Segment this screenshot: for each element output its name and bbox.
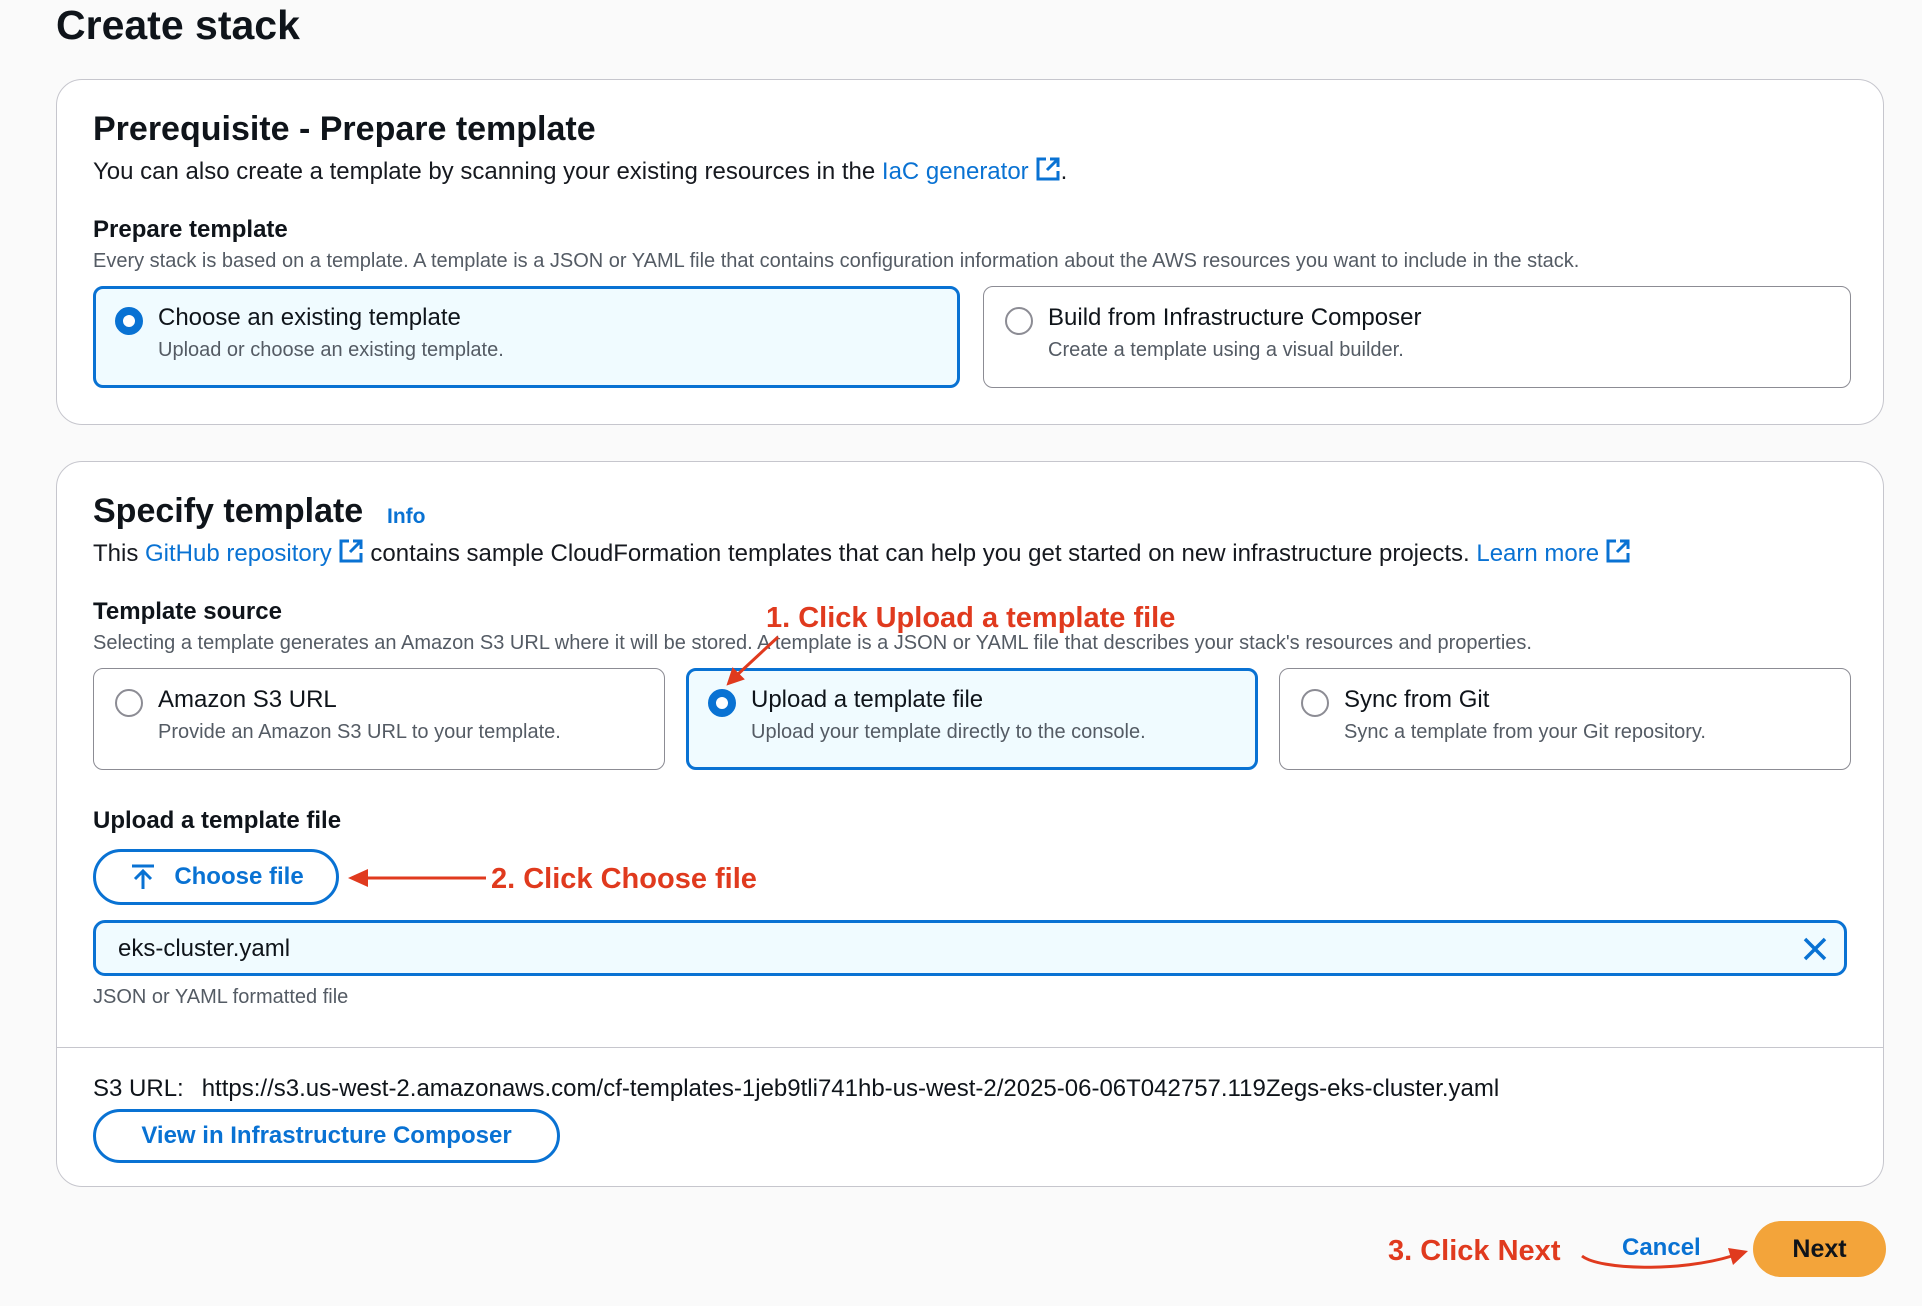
option-title: Build from Infrastructure Composer bbox=[1048, 304, 1422, 331]
prerequisite-description-suffix: . bbox=[1060, 158, 1068, 185]
page-title: Create stack bbox=[56, 2, 300, 48]
radio-unselected-icon[interactable] bbox=[115, 689, 143, 717]
radio-unselected-icon[interactable] bbox=[1005, 307, 1033, 335]
option-title: Upload a template file bbox=[751, 686, 984, 713]
option-subtitle: Upload your template directly to the con… bbox=[751, 721, 1146, 743]
option-subtitle: Sync a template from your Git repository… bbox=[1344, 721, 1706, 743]
external-link-icon bbox=[1606, 539, 1630, 563]
iac-generator-link[interactable]: IaC generator bbox=[881, 157, 1061, 185]
github-repository-link[interactable]: GitHub repository bbox=[145, 539, 364, 567]
option-title: Sync from Git bbox=[1344, 686, 1490, 713]
template-source-label: Template source bbox=[93, 598, 282, 625]
prerequisite-heading: Prerequisite - Prepare template bbox=[93, 110, 596, 148]
radio-selected-icon[interactable] bbox=[708, 689, 736, 717]
choose-file-button[interactable]: Choose file bbox=[93, 849, 339, 905]
prepare-template-label: Prepare template bbox=[93, 216, 288, 243]
file-format-hint: JSON or YAML formatted file bbox=[93, 986, 349, 1008]
prerequisite-description: You can also create a template by scanni… bbox=[93, 156, 1067, 188]
external-link-icon bbox=[1036, 157, 1060, 181]
option-sync-from-git[interactable]: Sync from Git Sync a template from your … bbox=[1279, 668, 1851, 770]
upload-template-file-label: Upload a template file bbox=[93, 807, 342, 834]
specify-template-panel: Specify template Info This GitHub reposi… bbox=[56, 461, 1884, 1187]
divider bbox=[57, 1047, 1883, 1048]
prerequisite-panel: Prerequisite - Prepare template You can … bbox=[56, 79, 1884, 425]
annotation-step-2: 2. Click Choose file bbox=[491, 863, 757, 895]
learn-more-link[interactable]: Learn more bbox=[1476, 539, 1631, 567]
annotation-step-1: 1. Click Upload a template file bbox=[766, 602, 1176, 634]
option-choose-existing-template[interactable]: Choose an existing template Upload or ch… bbox=[93, 286, 960, 388]
option-upload-template-file[interactable]: Upload a template file Upload your templ… bbox=[686, 668, 1258, 770]
next-button[interactable]: Next bbox=[1753, 1221, 1886, 1277]
cancel-button[interactable]: Cancel bbox=[1622, 1233, 1701, 1263]
annotation-step-3: 3. Click Next bbox=[1388, 1235, 1561, 1267]
learn-more-link-label: Learn more bbox=[1476, 540, 1600, 567]
option-amazon-s3-url[interactable]: Amazon S3 URL Provide an Amazon S3 URL t… bbox=[93, 668, 665, 770]
choose-file-label: Choose file bbox=[174, 863, 304, 890]
option-subtitle: Provide an Amazon S3 URL to your templat… bbox=[158, 721, 561, 743]
specify-description-prefix: This bbox=[93, 540, 146, 567]
option-subtitle: Create a template using a visual builder… bbox=[1048, 339, 1404, 361]
next-label: Next bbox=[1792, 1234, 1847, 1263]
s3-url-row: S3 URL: https://s3.us-west-2.amazonaws.co… bbox=[93, 1074, 1499, 1104]
iac-generator-link-label: IaC generator bbox=[881, 158, 1029, 185]
s3-url-label: S3 URL: bbox=[93, 1075, 184, 1102]
clear-icon[interactable] bbox=[1800, 934, 1830, 964]
external-link-icon bbox=[339, 539, 363, 563]
specify-template-description: This GitHub repository contains sample C… bbox=[93, 538, 1631, 570]
radio-selected-icon[interactable] bbox=[115, 307, 143, 335]
specify-description-middle: contains sample CloudFormation templates… bbox=[363, 540, 1477, 567]
view-in-composer-label: View in Infrastructure Composer bbox=[141, 1122, 512, 1149]
s3-url-value: https://s3.us-west-2.amazonaws.com/cf-te… bbox=[201, 1075, 1500, 1102]
specify-template-heading: Specify template bbox=[93, 492, 364, 530]
upload-icon bbox=[132, 864, 155, 889]
view-in-composer-button[interactable]: View in Infrastructure Composer bbox=[93, 1109, 560, 1163]
create-stack-page: Create stack Prerequisite - Prepare temp… bbox=[0, 0, 1922, 1306]
github-repository-link-label: GitHub repository bbox=[145, 540, 332, 567]
uploaded-file-name: eks-cluster.yaml bbox=[118, 935, 291, 962]
info-link[interactable]: Info bbox=[387, 502, 425, 532]
prepare-template-description: Every stack is based on a template. A te… bbox=[93, 250, 1580, 272]
option-title: Choose an existing template bbox=[158, 304, 461, 331]
prerequisite-description-text: You can also create a template by scanni… bbox=[93, 158, 882, 185]
option-subtitle: Upload or choose an existing template. bbox=[158, 339, 504, 361]
option-title: Amazon S3 URL bbox=[158, 686, 337, 713]
option-build-from-composer[interactable]: Build from Infrastructure Composer Creat… bbox=[983, 286, 1851, 388]
uploaded-file-field[interactable]: eks-cluster.yaml bbox=[93, 920, 1847, 976]
radio-unselected-icon[interactable] bbox=[1301, 689, 1329, 717]
